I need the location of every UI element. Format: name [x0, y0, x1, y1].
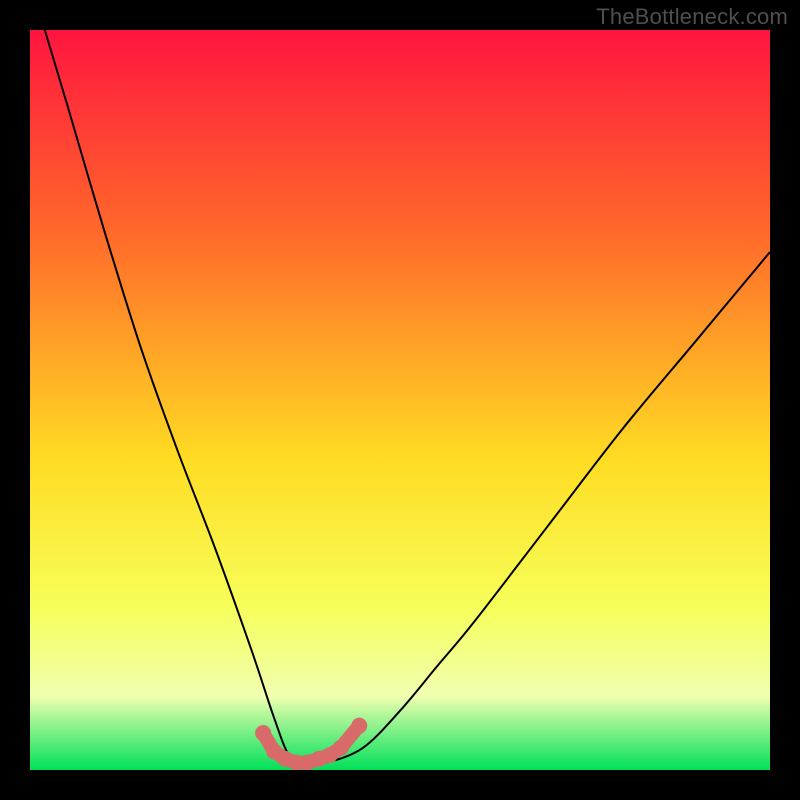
chart-frame: TheBottleneck.com	[0, 0, 800, 800]
bottleneck-chart	[30, 30, 770, 770]
plot-area	[30, 30, 770, 770]
trough-marker	[351, 718, 367, 734]
trough-marker	[255, 725, 271, 741]
trough-marker	[333, 740, 349, 756]
gradient-background	[30, 30, 770, 770]
watermark-text: TheBottleneck.com	[596, 4, 788, 30]
